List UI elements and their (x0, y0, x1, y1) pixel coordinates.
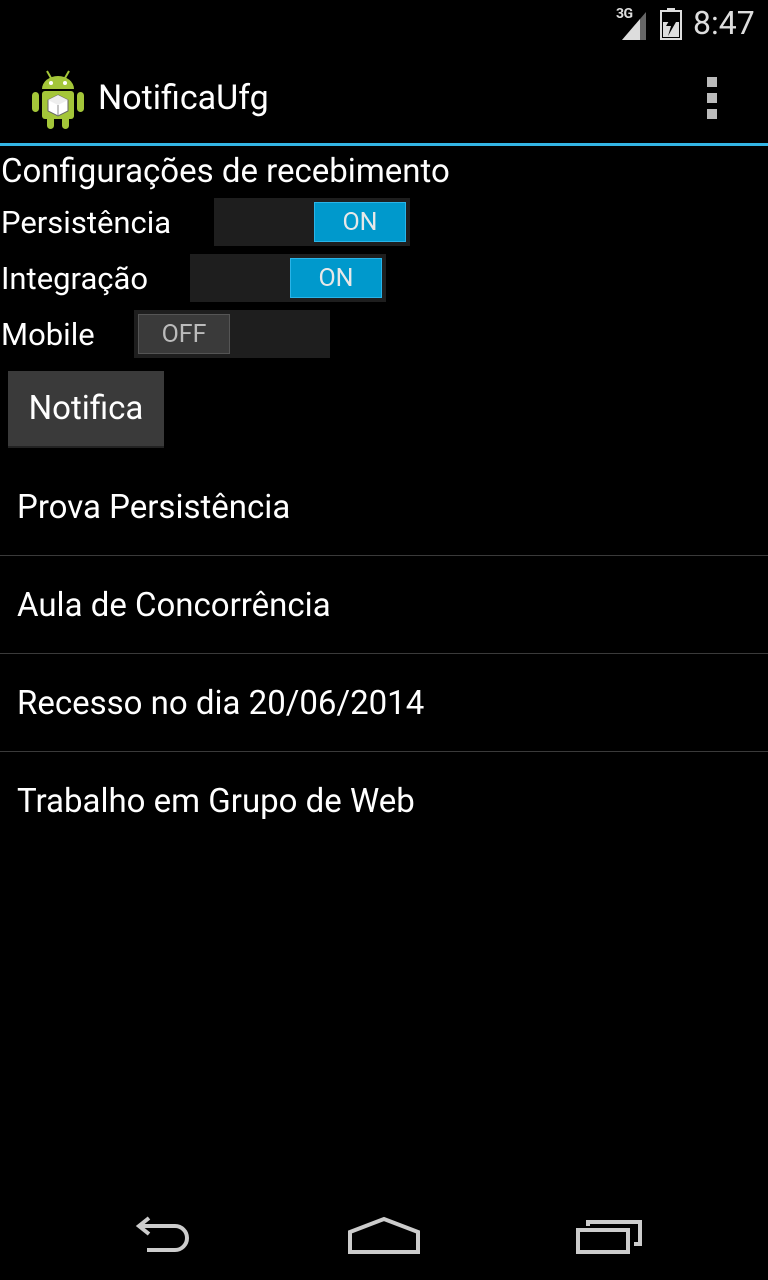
list-item-text: Recesso no dia 20/06/2014 (17, 684, 425, 723)
list-item-text: Aula de Concorrência (17, 586, 331, 625)
mobile-switch[interactable]: OFF (134, 310, 330, 358)
integracao-label: Integração (1, 260, 149, 297)
list-item-text: Trabalho em Grupo de Web (17, 782, 415, 821)
home-icon[interactable] (334, 1208, 434, 1264)
navigation-bar (0, 1190, 768, 1280)
android-app-icon[interactable] (28, 67, 88, 131)
back-icon[interactable] (110, 1208, 210, 1264)
settings-title: Configurações de recebimento (1, 152, 450, 191)
overflow-menu-icon[interactable] (700, 75, 724, 119)
list-item[interactable]: Aula de Concorrência (0, 556, 768, 654)
notification-list: Prova Persistência Aula de Concorrência … (0, 458, 768, 849)
app-title: NotificaUfg (98, 78, 269, 118)
persistencia-label: Persistência (1, 204, 172, 241)
persistencia-switch[interactable]: ON (214, 198, 410, 246)
list-item-text: Prova Persistência (17, 488, 291, 527)
switch-thumb: OFF (138, 314, 230, 354)
mobile-label: Mobile (1, 316, 95, 353)
action-bar: NotificaUfg (0, 50, 768, 146)
recent-apps-icon[interactable] (560, 1208, 660, 1264)
signal-icon: 3G (616, 6, 650, 42)
list-item[interactable]: Trabalho em Grupo de Web (0, 752, 768, 849)
switch-thumb: ON (314, 202, 406, 242)
notifica-button[interactable]: Notifica (8, 371, 164, 448)
switch-thumb: ON (290, 258, 382, 298)
status-time: 8:47 (693, 4, 755, 42)
battery-icon (660, 8, 682, 40)
status-bar: 3G 8:47 (0, 0, 768, 50)
integracao-switch[interactable]: ON (190, 254, 386, 302)
list-item[interactable]: Prova Persistência (0, 458, 768, 556)
list-item[interactable]: Recesso no dia 20/06/2014 (0, 654, 768, 752)
